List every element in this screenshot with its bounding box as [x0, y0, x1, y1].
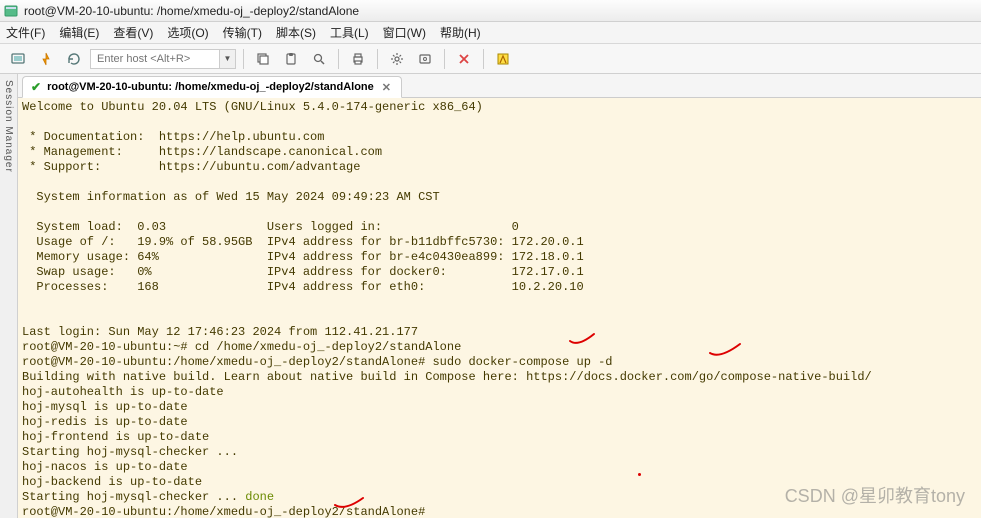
terminal-highlight-icon[interactable] [491, 47, 515, 71]
find-icon[interactable] [307, 47, 331, 71]
quick-connect-icon[interactable] [34, 47, 58, 71]
paste-icon[interactable] [279, 47, 303, 71]
terminal-output: Welcome to Ubuntu 20.04 LTS (GNU/Linux 5… [22, 100, 977, 518]
window-title: root@VM-20-10-ubuntu: /home/xmedu-oj_-de… [24, 4, 359, 18]
separator [338, 49, 339, 69]
menu-view[interactable]: 查看(V) [113, 24, 153, 41]
tab-title: root@VM-20-10-ubuntu: /home/xmedu-oj_-de… [47, 81, 374, 93]
terminal[interactable]: Welcome to Ubuntu 20.04 LTS (GNU/Linux 5… [18, 98, 981, 518]
menu-window[interactable]: 窗口(W) [383, 24, 426, 41]
separator [483, 49, 484, 69]
print-icon[interactable] [346, 47, 370, 71]
sidebar-label: Session Manager [3, 80, 14, 173]
x-transfer-icon[interactable] [452, 47, 476, 71]
settings-icon[interactable] [385, 47, 409, 71]
session-options-icon[interactable] [413, 47, 437, 71]
check-icon: ✔ [31, 80, 41, 94]
menu-tools[interactable]: 工具(L) [330, 24, 369, 41]
menu-file[interactable]: 文件(F) [6, 24, 45, 41]
host-dropdown-icon[interactable]: ▼ [220, 49, 236, 69]
cursor-dot [638, 473, 641, 476]
close-icon[interactable]: ✕ [380, 81, 393, 94]
menu-transfer[interactable]: 传输(T) [223, 24, 262, 41]
menu-options[interactable]: 选项(O) [167, 24, 208, 41]
host-input[interactable] [90, 49, 220, 69]
tab-session[interactable]: ✔ root@VM-20-10-ubuntu: /home/xmedu-oj_-… [22, 76, 402, 98]
separator [444, 49, 445, 69]
app-icon [4, 4, 18, 18]
separator [243, 49, 244, 69]
session-manager-sidebar[interactable]: Session Manager [0, 74, 18, 518]
menu-edit[interactable]: 编辑(E) [59, 24, 99, 41]
menubar: 文件(F) 编辑(E) 查看(V) 选项(O) 传输(T) 脚本(S) 工具(L… [0, 22, 981, 44]
connect-icon[interactable] [6, 47, 30, 71]
copy-icon[interactable] [251, 47, 275, 71]
separator [377, 49, 378, 69]
menu-script[interactable]: 脚本(S) [276, 24, 316, 41]
tabbar: ✔ root@VM-20-10-ubuntu: /home/xmedu-oj_-… [18, 74, 981, 98]
toolbar: ▼ [0, 44, 981, 74]
reconnect-icon[interactable] [62, 47, 86, 71]
titlebar: root@VM-20-10-ubuntu: /home/xmedu-oj_-de… [0, 0, 981, 22]
menu-help[interactable]: 帮助(H) [440, 24, 481, 41]
